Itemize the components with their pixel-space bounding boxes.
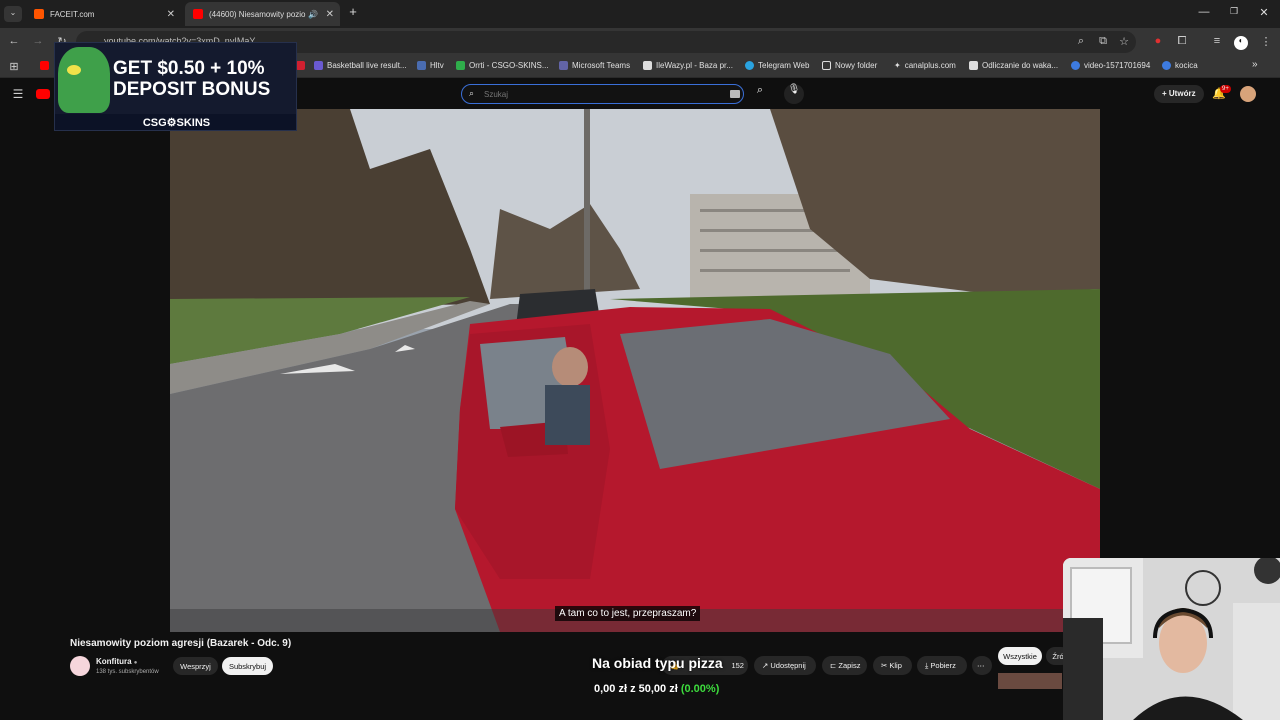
mascot-eye-icon: [67, 65, 81, 75]
browser-tab-strip: ⌄ FACEIT.com ✕ (44600) Niesamowity pozio…: [0, 0, 1280, 28]
media-control-icon[interactable]: ≡: [1209, 35, 1225, 47]
extensions-puzzle-icon[interactable]: ⧠: [1174, 35, 1190, 48]
youtube-icon: [40, 61, 49, 70]
bookmark-basketball[interactable]: Basketball live result...: [314, 61, 407, 70]
channel-avatar[interactable]: [70, 656, 90, 676]
goal-progress: 0,00 zł z 50,00 zł (0.00%): [594, 683, 720, 695]
bookmark-video[interactable]: video-1571701694: [1071, 61, 1150, 70]
filter-chip-all[interactable]: Wszystkie: [998, 647, 1042, 665]
hltv-icon: [417, 61, 426, 70]
bookmark-red[interactable]: [296, 61, 309, 70]
share-button[interactable]: ↗ Udostępnij: [754, 656, 816, 675]
bookmark-favicon-icon: [456, 61, 465, 70]
notification-badge: 9+: [1220, 85, 1231, 93]
bookmark-ilewazy[interactable]: IleWazy.pl - Baza pr...: [643, 61, 733, 70]
verified-icon: ●: [133, 660, 138, 666]
tab-youtube-active[interactable]: (44600) Niesamowity pozio 🔊 ✕: [185, 2, 340, 26]
bookmark-teams[interactable]: Microsoft Teams: [559, 61, 630, 70]
ad-subheadline: DEPOSIT BONUS: [113, 79, 271, 100]
folder-icon: [822, 61, 831, 70]
bookmark-star-icon[interactable]: ☆: [1116, 35, 1132, 48]
close-tab-icon[interactable]: ✕: [326, 9, 334, 20]
back-icon[interactable]: ←: [6, 35, 22, 47]
video-subtitle: A tam co to jest, przepraszam?: [555, 606, 701, 621]
bookmark-orrti[interactable]: Orrti - CSGO-SKINS...: [456, 61, 549, 70]
teams-icon: [559, 61, 568, 70]
subscribe-button[interactable]: Subskrybuj: [222, 657, 273, 675]
subscriber-count: 138 tys. subskrybentów: [96, 669, 159, 675]
install-app-icon[interactable]: ⧉: [1095, 35, 1111, 48]
save-button[interactable]: ⊏ Zapisz: [822, 656, 867, 675]
streamer-webcam: [1063, 558, 1280, 720]
support-button[interactable]: Wesprzyj: [173, 657, 218, 675]
bookmark-favicon-icon: [314, 61, 323, 70]
bookmark-folder[interactable]: Nowy folder: [822, 61, 877, 70]
close-window-icon[interactable]: ✕: [1254, 6, 1274, 19]
goal-title: Na obiad typu pizza: [592, 655, 723, 671]
tab-search-icon[interactable]: ⌄: [4, 6, 22, 22]
bookmark-odliczanie[interactable]: Odliczanie do waka...: [969, 61, 1058, 70]
create-button[interactable]: + Utwórz: [1154, 85, 1204, 103]
bookmark-telegram[interactable]: Telegram Web: [745, 61, 809, 70]
minimize-icon[interactable]: —: [1194, 6, 1214, 18]
video-frame-image: [170, 109, 1100, 632]
video-title: Niesamowity poziom agresji (Bazarek - Od…: [70, 638, 292, 649]
bookmark-youtube[interactable]: [40, 61, 53, 70]
video-player[interactable]: A tam co to jest, przepraszam?: [170, 109, 1100, 632]
speaker-icon[interactable]: 🔊: [308, 10, 318, 19]
more-bookmarks-icon[interactable]: »: [1252, 59, 1258, 70]
more-actions-icon[interactable]: ⋯: [972, 656, 992, 675]
bookmark-favicon-icon: [296, 61, 305, 70]
restore-icon[interactable]: ❐: [1224, 6, 1244, 17]
voice-search-button[interactable]: 🎙: [784, 84, 804, 104]
search-icon: ⌕: [756, 84, 764, 96]
apps-grid-icon[interactable]: ⊞: [6, 60, 22, 73]
telegram-icon: [745, 61, 754, 70]
clip-button[interactable]: ✂ Klip: [873, 656, 912, 675]
tab-title: FACEIT.com: [50, 9, 95, 19]
bookmark-favicon-icon: [1071, 61, 1080, 70]
bookmark-hltv[interactable]: Hltv: [417, 61, 444, 70]
keyboard-icon[interactable]: [730, 90, 740, 98]
zoom-icon[interactable]: ⌕: [1073, 35, 1089, 48]
webcam-image: [1063, 558, 1280, 720]
bookmark-canalplus[interactable]: ✦ canalplus.com: [894, 61, 956, 70]
youtube-favicon-icon: [193, 9, 203, 19]
search-box: ⌕: [461, 84, 744, 104]
recommended-thumbnail[interactable]: [998, 673, 1062, 689]
plus-icon: +: [1162, 89, 1169, 98]
csgo-skins-ad[interactable]: GET $0.50 + 10% DEPOSIT BONUS CSG⚙SKINS: [54, 42, 297, 131]
tab-title: (44600) Niesamowity pozio: [209, 9, 306, 19]
ad-headline: GET $0.50 + 10%: [113, 58, 265, 79]
profile-icon[interactable]: ◐: [1234, 36, 1248, 50]
search-button[interactable]: ⌕: [750, 84, 770, 104]
youtube-logo-icon[interactable]: [36, 89, 50, 99]
bookmark-favicon-icon: [1162, 61, 1171, 70]
browser-menu-icon[interactable]: ⋮: [1258, 35, 1274, 48]
tab-faceit[interactable]: FACEIT.com ✕: [26, 2, 181, 26]
search-icon: ⌕: [469, 88, 475, 98]
search-input[interactable]: [484, 88, 714, 101]
bookmark-kocica[interactable]: kocica: [1162, 61, 1198, 70]
extension-icon[interactable]: ●: [1150, 35, 1166, 47]
download-button[interactable]: ⤓ Pobierz: [917, 656, 967, 675]
bookmark-favicon-icon: [643, 61, 652, 70]
account-avatar[interactable]: [1240, 86, 1256, 102]
new-tab-icon[interactable]: +: [343, 4, 363, 19]
close-tab-icon[interactable]: ✕: [167, 9, 175, 20]
canalplus-icon: ✦: [894, 61, 901, 70]
channel-name[interactable]: Konfitura ●: [96, 657, 137, 666]
mic-icon: 🎙: [787, 84, 801, 95]
ad-brand: CSG⚙SKINS: [55, 114, 296, 130]
hamburger-menu-icon[interactable]: ☰: [10, 87, 26, 101]
faceit-favicon-icon: [34, 9, 44, 19]
bookmark-favicon-icon: [969, 61, 978, 70]
mascot-image: [58, 47, 110, 113]
forward-icon[interactable]: →: [30, 35, 46, 47]
